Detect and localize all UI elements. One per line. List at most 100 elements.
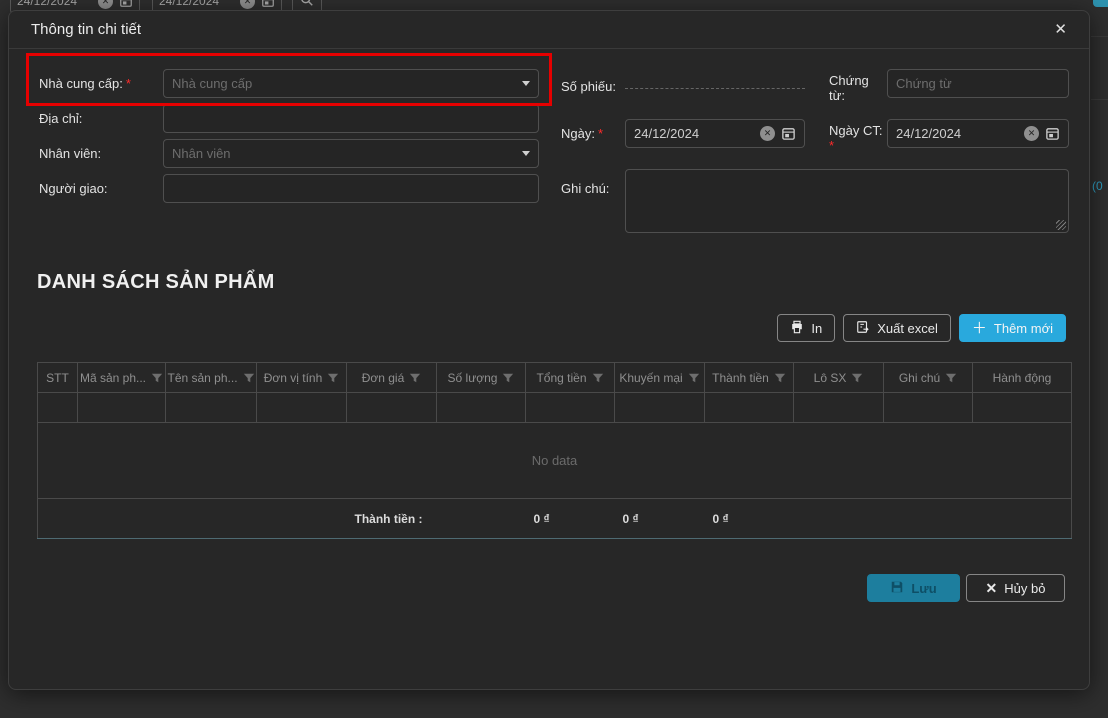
filter-icon[interactable]: [243, 372, 255, 384]
clear-icon[interactable]: ✕: [760, 126, 775, 141]
receipt-no-label: Số phiếu:: [561, 79, 616, 94]
calendar-icon[interactable]: [781, 126, 796, 141]
bg-count-text: (0: [1092, 179, 1103, 193]
bg-divider: [1091, 36, 1108, 37]
dialog-footer: Lưu ✕ Hủy bỏ: [867, 574, 1065, 602]
filter-cell[interactable]: [883, 392, 973, 423]
document-label: Chứng từ:: [829, 73, 869, 103]
search-icon: [300, 0, 314, 10]
add-label: Thêm mới: [993, 320, 1053, 336]
filter-icon[interactable]: [151, 372, 163, 384]
clear-icon[interactable]: ✕: [98, 0, 113, 9]
chevron-down-icon: [522, 81, 530, 86]
table-toolbar: In Xuất excel ＋ Thêm mới: [777, 314, 1066, 342]
resize-grip[interactable]: [1056, 220, 1066, 230]
date-value: 24/12/2024: [634, 126, 700, 141]
add-new-button[interactable]: ＋ Thêm mới: [958, 314, 1066, 342]
filter-icon[interactable]: [592, 372, 604, 384]
printer-icon: [790, 320, 804, 337]
column-header: Mã sản ph...: [77, 362, 166, 393]
column-label: Đơn vị tính: [263, 370, 323, 385]
filter-cell[interactable]: [525, 392, 615, 423]
filter-icon[interactable]: [945, 372, 957, 384]
table-filter-row: [37, 392, 1072, 423]
table-header-row: STT Mã sản ph... Tên sản ph... Đơn vị tính Đ…: [37, 362, 1072, 393]
filter-cell[interactable]: [704, 392, 794, 423]
clear-icon[interactable]: ✕: [1024, 126, 1039, 141]
employee-label: Nhân viên:: [39, 146, 102, 161]
filter-cell[interactable]: [37, 392, 78, 423]
filter-cell[interactable]: [77, 392, 166, 423]
dialog-header: Thông tin chi tiết ✕: [9, 11, 1089, 49]
chevron-down-icon: [522, 151, 530, 156]
column-header: Đơn vị tính: [256, 362, 347, 393]
supplier-label: Nhà cung cấp: *: [39, 76, 131, 91]
filter-cell[interactable]: [256, 392, 347, 423]
close-icon[interactable]: ✕: [1054, 22, 1067, 37]
column-header: Tên sản ph...: [165, 362, 257, 393]
filter-cell[interactable]: [346, 392, 437, 423]
column-header: Ghi chú: [883, 362, 973, 393]
clear-icon[interactable]: ✕: [240, 0, 255, 9]
bg-divider: [1091, 99, 1108, 100]
calendar-icon[interactable]: [261, 0, 275, 8]
column-label: Mã sản ph...: [79, 370, 147, 385]
dialog-title: Thông tin chi tiết: [31, 21, 142, 38]
deliverer-field-box: [163, 174, 539, 203]
address-field-box: [163, 104, 539, 133]
supplier-select[interactable]: Nhà cung cấp: [163, 69, 539, 98]
export-excel-button[interactable]: Xuất excel: [843, 314, 951, 342]
x-icon: ✕: [985, 580, 998, 596]
column-label: Hành động: [992, 370, 1052, 385]
address-input[interactable]: [172, 105, 530, 132]
calendar-icon[interactable]: [119, 0, 133, 8]
document-date-input[interactable]: 24/12/2024 ✕: [887, 119, 1069, 148]
filter-icon[interactable]: [688, 372, 700, 384]
no-data-text: No data: [531, 453, 578, 468]
filter-icon[interactable]: [774, 372, 786, 384]
filter-cell[interactable]: [793, 392, 884, 423]
table-empty-row: No data: [38, 423, 1072, 499]
export-icon: [856, 320, 870, 337]
filter-cell[interactable]: [436, 392, 526, 423]
document-date-value: 24/12/2024: [896, 126, 962, 141]
notes-label: Ghi chú:: [561, 181, 610, 196]
column-header: Hành động: [972, 362, 1072, 393]
cancel-button[interactable]: ✕ Hủy bỏ: [966, 574, 1065, 602]
plus-icon: ＋: [971, 319, 987, 337]
date-input[interactable]: 24/12/2024 ✕: [625, 119, 805, 148]
employee-placeholder: Nhân viên: [172, 146, 231, 161]
column-header: Số lượng: [436, 362, 526, 393]
document-field-box: [887, 69, 1069, 98]
column-label: Lô SX: [813, 370, 847, 385]
filter-icon[interactable]: [851, 372, 863, 384]
filter-cell[interactable]: [165, 392, 257, 423]
footer-gap-cell: [793, 498, 1072, 539]
deliverer-input[interactable]: [172, 175, 530, 202]
calendar-icon[interactable]: [1045, 126, 1060, 141]
supplier-placeholder: Nhà cung cấp: [172, 76, 253, 91]
filter-cell[interactable]: [972, 392, 1072, 423]
address-label: Địa chỉ:: [39, 111, 83, 126]
deliverer-label: Người giao:: [39, 181, 108, 196]
bg-teal-fragment: [1093, 0, 1108, 7]
employee-select[interactable]: Nhân viên: [163, 139, 539, 168]
column-label: Tổng tiền: [536, 370, 587, 385]
footer-total-sum: 0 ₫: [525, 498, 615, 539]
column-label: Khuyến mại: [619, 370, 683, 385]
save-button[interactable]: Lưu: [867, 574, 960, 602]
column-label: Số lượng: [447, 370, 498, 385]
products-table: STT Mã sản ph... Tên sản ph... Đơn vị tính Đ…: [37, 362, 1072, 539]
column-header: STT: [37, 362, 78, 393]
notes-textarea[interactable]: [625, 169, 1069, 233]
document-input[interactable]: [896, 70, 1060, 97]
filter-icon[interactable]: [409, 372, 421, 384]
filter-icon[interactable]: [502, 372, 514, 384]
filter-icon[interactable]: [327, 372, 339, 384]
column-label: Tên sản ph...: [167, 370, 238, 385]
print-button[interactable]: In: [777, 314, 836, 342]
column-label: Ghi chú: [898, 370, 941, 385]
filter-cell[interactable]: [614, 392, 705, 423]
column-header: Lô SX: [793, 362, 884, 393]
column-label: STT: [46, 370, 69, 385]
